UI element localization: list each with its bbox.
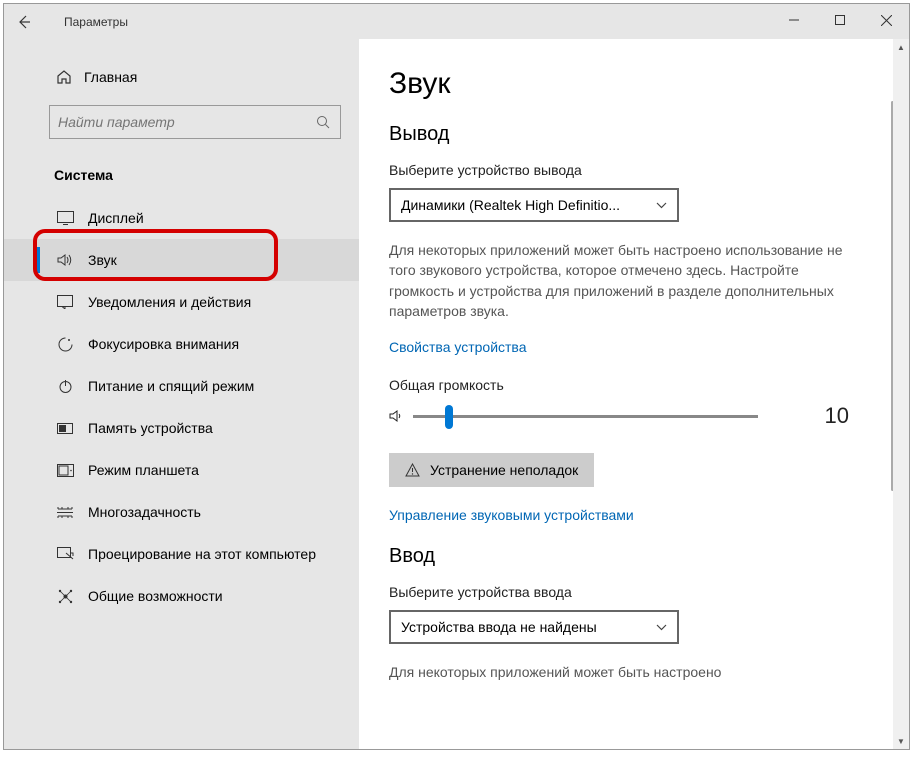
sidebar: Главная Система Дисплей Звук: [4, 39, 359, 749]
chevron-down-icon: [656, 624, 667, 631]
output-description: Для некоторых приложений может быть наст…: [389, 240, 849, 321]
scroll-down-icon[interactable]: ▼: [893, 733, 909, 749]
back-button[interactable]: [4, 4, 44, 39]
input-description: Для некоторых приложений может быть наст…: [389, 662, 849, 682]
sidebar-item-label: Питание и спящий режим: [88, 378, 254, 394]
sidebar-item-notifications[interactable]: Уведомления и действия: [4, 281, 359, 323]
sidebar-item-label: Режим планшета: [88, 462, 199, 478]
input-device-value: Устройства ввода не найдены: [401, 619, 597, 635]
device-properties-link[interactable]: Свойства устройства: [389, 339, 879, 355]
display-icon: [56, 211, 74, 225]
sidebar-item-label: Фокусировка внимания: [88, 336, 239, 352]
maximize-button[interactable]: [817, 4, 863, 36]
arrow-left-icon: [16, 14, 32, 30]
close-icon: [881, 15, 892, 26]
home-icon: [56, 69, 72, 85]
sidebar-item-label: Уведомления и действия: [88, 294, 251, 310]
window-title: Параметры: [64, 15, 128, 29]
storage-icon: [56, 423, 74, 434]
search-input-container[interactable]: [49, 105, 341, 139]
sidebar-item-label: Дисплей: [88, 210, 144, 226]
sidebar-home[interactable]: Главная: [4, 59, 359, 95]
output-device-dropdown[interactable]: Динамики (Realtek High Definitio...: [389, 188, 679, 222]
input-heading: Ввод: [389, 545, 879, 568]
focus-icon: [56, 337, 74, 352]
input-device-label: Выберите устройства ввода: [389, 584, 879, 600]
sidebar-item-label: Память устройства: [88, 420, 213, 436]
sidebar-item-shared[interactable]: Общие возможности: [4, 575, 359, 617]
warning-icon: [405, 463, 420, 477]
sidebar-item-label: Звук: [88, 252, 117, 268]
manage-devices-link[interactable]: Управление звуковыми устройствами: [389, 507, 879, 523]
troubleshoot-label: Устранение неполадок: [430, 462, 578, 478]
sidebar-item-power[interactable]: Питание и спящий режим: [4, 365, 359, 407]
projecting-icon: [56, 547, 74, 561]
sound-icon: [56, 253, 74, 267]
notifications-icon: [56, 295, 74, 309]
sidebar-item-tablet[interactable]: Режим планшета: [4, 449, 359, 491]
output-device-label: Выберите устройство вывода: [389, 162, 879, 178]
slider-thumb[interactable]: [445, 405, 453, 429]
sidebar-section-title: Система: [4, 159, 359, 197]
speaker-icon: [389, 409, 405, 423]
sidebar-item-sound[interactable]: Звук: [4, 239, 359, 281]
input-device-dropdown[interactable]: Устройства ввода не найдены: [389, 610, 679, 644]
volume-label: Общая громкость: [389, 377, 879, 393]
minimize-button[interactable]: [771, 4, 817, 36]
power-icon: [56, 379, 74, 394]
sidebar-item-storage[interactable]: Память устройства: [4, 407, 359, 449]
sidebar-item-multitask[interactable]: Многозадачность: [4, 491, 359, 533]
output-heading: Вывод: [389, 123, 879, 146]
sidebar-item-display[interactable]: Дисплей: [4, 197, 359, 239]
search-input[interactable]: [58, 114, 332, 130]
tablet-icon: [56, 464, 74, 477]
content-area: Звук Вывод Выберите устройство вывода Ди…: [359, 39, 909, 749]
title-bar: Параметры: [4, 4, 909, 39]
scroll-up-icon[interactable]: ▲: [893, 39, 909, 55]
volume-slider[interactable]: [413, 415, 758, 418]
maximize-icon: [835, 15, 845, 25]
sidebar-home-label: Главная: [84, 69, 137, 85]
sidebar-item-label: Проецирование на этот компьютер: [88, 546, 316, 562]
volume-value: 10: [825, 403, 879, 429]
sidebar-item-projecting[interactable]: Проецирование на этот компьютер: [4, 533, 359, 575]
multitask-icon: [56, 506, 74, 519]
sidebar-item-label: Общие возможности: [88, 588, 223, 604]
page-title: Звук: [389, 67, 879, 101]
sidebar-item-focus[interactable]: Фокусировка внимания: [4, 323, 359, 365]
sidebar-item-label: Многозадачность: [88, 504, 201, 520]
output-device-value: Динамики (Realtek High Definitio...: [401, 197, 620, 213]
shared-icon: [56, 589, 74, 604]
search-icon: [316, 115, 330, 129]
troubleshoot-button[interactable]: Устранение неполадок: [389, 453, 594, 487]
chevron-down-icon: [656, 202, 667, 209]
minimize-icon: [789, 15, 799, 25]
window-scrollbar[interactable]: ▲ ▼: [893, 39, 909, 749]
close-button[interactable]: [863, 4, 909, 36]
